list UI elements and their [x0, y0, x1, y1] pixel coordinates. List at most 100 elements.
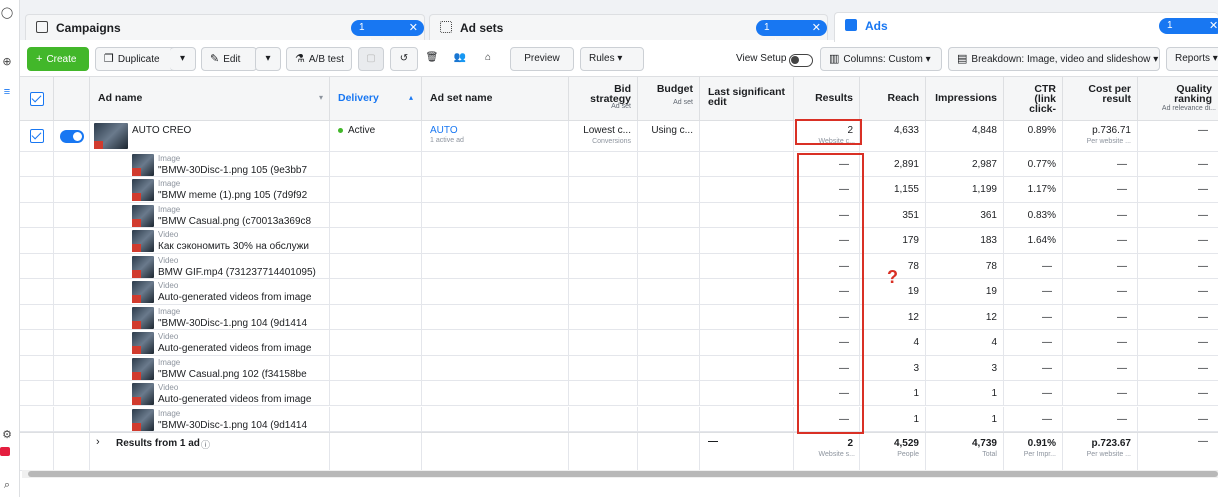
breakdown-impressions-value: 19 [985, 286, 997, 298]
breakdown-quality-value: — [1198, 388, 1208, 400]
select-all-checkbox[interactable] [30, 92, 44, 106]
breakdown-reach-value: 12 [907, 311, 919, 323]
ad-name[interactable]: AUTO CREO [132, 125, 191, 136]
header-bid-strategy[interactable]: Bid strategy Ad set [569, 77, 638, 121]
header-budget[interactable]: Budget Ad set [638, 77, 700, 121]
table-row[interactable]: Video BMW GIF.mp4 (731237714401095) — 78 78 —… [20, 253, 1218, 280]
breakdown-ctr-value: — [1042, 337, 1052, 349]
breakdown-quality-value: — [1198, 235, 1208, 247]
table-row[interactable]: Image "BMW Casual.png 102 (f34158be —3 3— — — [20, 355, 1218, 382]
breakdown-reach-value: 19 [907, 286, 919, 298]
expand-chevron-icon[interactable]: › [96, 436, 100, 448]
table-row[interactable]: Image "BMW Casual.png (c70013a369c8 — 351 36… [20, 202, 1218, 229]
breakdown-button[interactable]: ▤ Breakdown: Image, video and slideshow ▾ [948, 47, 1160, 71]
list-icon[interactable]: ≡ [0, 85, 14, 99]
totals-cost-sub: Per website ... [1086, 451, 1131, 458]
cost-value: р.736.71 [1092, 125, 1131, 136]
creative-type: Image [158, 408, 181, 418]
duplicate-dropdown[interactable]: ▾ [170, 47, 196, 71]
header-cost-per-result[interactable]: Cost per result [1063, 77, 1138, 121]
rules-button[interactable]: Rules ▾ [580, 47, 644, 71]
tab-ads[interactable]: Ads 1 selected✕ [834, 12, 1218, 47]
breakdown-ctr-value: 0.77% [1027, 159, 1056, 170]
undo-button[interactable]: ↺ [390, 47, 418, 71]
ad-on-toggle[interactable] [60, 130, 84, 143]
adset-sub: 1 active ad [430, 137, 464, 144]
breakdown-reach-value: 179 [902, 235, 919, 247]
breakdown-ctr-value: — [1042, 413, 1052, 425]
header-impressions[interactable]: Impressions [926, 77, 1004, 121]
creative-name: Auto-generated videos from image [158, 292, 312, 304]
totals-last-edit: — [708, 436, 718, 447]
tag-button[interactable]: ⌂ [475, 47, 501, 71]
edit-dropdown[interactable]: ▾ [255, 47, 281, 71]
globe-icon[interactable]: ⊕ [0, 55, 14, 69]
creative-thumbnail [132, 230, 154, 253]
table-row[interactable]: AUTO CREO Active AUTO 1 active ad Lowest… [20, 121, 1218, 152]
select-all-cell[interactable] [20, 77, 54, 121]
table-row[interactable]: Video Auto-generated videos from image — 4 4… [20, 330, 1218, 356]
delete-button[interactable]: 🗑 [419, 47, 445, 71]
header-quality-ranking[interactable]: Quality ranking Ad relevance di... [1138, 77, 1218, 121]
breakdown-impressions-value: 1 [991, 413, 997, 425]
trash-icon: 🗑 [425, 52, 439, 63]
breakdown-ctr-value: — [1042, 311, 1052, 323]
ads-selected-pill[interactable]: 1 selected✕ [1159, 18, 1218, 47]
lock-icon: ▢ [366, 53, 376, 64]
breakdown-reach-value: 2,891 [893, 159, 919, 170]
creative-name: "BMW-30Disc-1.png 104 (9d1414 [158, 419, 307, 431]
breakdown-cost-value: — [1117, 413, 1127, 425]
tab-adsets[interactable]: Ad sets 1 selected✕ [429, 14, 828, 49]
home-icon[interactable]: ◯ [0, 6, 14, 20]
table-row[interactable]: Video Auto-generated videos from image — 1 1… [20, 381, 1218, 407]
lock-button[interactable]: ▢ [358, 47, 384, 71]
header-delivery[interactable]: Delivery ▴ [330, 77, 422, 121]
search-icon[interactable]: ⌕ [0, 478, 14, 492]
table-row[interactable]: Image "BMW-30Disc-1.png 104 (9d1414—1 1— — — [20, 406, 1218, 432]
table-row[interactable]: Image "BMW-30Disc-1.png 104 (9d1414 — 12 12 —… [20, 304, 1218, 331]
adsets-selected-pill[interactable]: 1 selected✕ [756, 20, 827, 49]
table-row[interactable]: Image "BMW meme (1).png 105 (7d9f92 — 1,155… [20, 177, 1218, 203]
cost-sub: Per website ... [1086, 138, 1131, 145]
edit-button[interactable]: ✎ Edit [201, 47, 257, 71]
breakdown-quality-value: — [1198, 184, 1208, 196]
scrollbar-thumb[interactable] [28, 471, 1218, 477]
totals-ctr-sub: Per Impr... [1023, 451, 1056, 458]
table-row[interactable]: Video Как сэкономить 30% на обслужи — 179 18… [20, 228, 1218, 254]
sort-asc-icon: ▴ [408, 93, 413, 102]
header-ad-set-name[interactable]: Ad set name [422, 77, 569, 121]
header-reach[interactable]: Reach [860, 77, 926, 121]
breakdown-quality-value: — [1198, 413, 1208, 425]
breakdown-reach-value: 78 [907, 260, 919, 272]
creative-type: Image [158, 179, 181, 189]
gear-icon[interactable]: ⚙ [0, 428, 14, 442]
totals-row: › Results from 1 ad ⓘ — 2 Website s... 4… [20, 432, 1218, 471]
header-ad-name[interactable]: Ad name ▾ [90, 77, 330, 121]
audience-button[interactable]: 👥 [447, 47, 473, 71]
create-button[interactable]: + Create [27, 47, 89, 71]
header-last-edit[interactable]: Last significant edit [700, 77, 794, 121]
creative-thumbnail [132, 408, 154, 431]
columns-button[interactable]: ▥ Columns: Custom ▾ [820, 47, 942, 71]
creative-thumbnail [132, 332, 154, 355]
breakdown-icon: ▤ [957, 53, 968, 65]
creative-thumbnail [132, 281, 154, 304]
adset-link[interactable]: AUTO [430, 125, 458, 136]
breakdown-ctr-value: — [1042, 388, 1052, 400]
table-row[interactable]: Image "BMW-30Disc-1.png 105 (9e3bb7 — 2,891… [20, 152, 1218, 178]
horizontal-scrollbar[interactable] [22, 470, 1218, 478]
breakdown-impressions-value: 1 [991, 388, 997, 400]
view-setup-toggle[interactable] [789, 54, 813, 67]
tab-campaigns[interactable]: Campaigns 1 selected✕ [25, 14, 425, 49]
preview-button[interactable]: Preview [510, 47, 574, 71]
row-checkbox[interactable] [30, 129, 44, 143]
campaigns-selected-pill[interactable]: 1 selected✕ [351, 20, 424, 49]
ab-test-button[interactable]: ⚗ A/B test [286, 47, 352, 71]
info-icon[interactable]: ⓘ [201, 438, 210, 451]
header-results[interactable]: Results [794, 77, 860, 121]
table-row[interactable]: Video Auto-generated videos from image — 19… [20, 279, 1218, 305]
header-ctr[interactable]: CTR (link click- [1004, 77, 1063, 121]
reports-button[interactable]: Reports ▾ [1166, 47, 1218, 71]
breakdown-impressions-value: 3 [991, 362, 997, 374]
breakdown-impressions-value: 78 [985, 260, 997, 272]
